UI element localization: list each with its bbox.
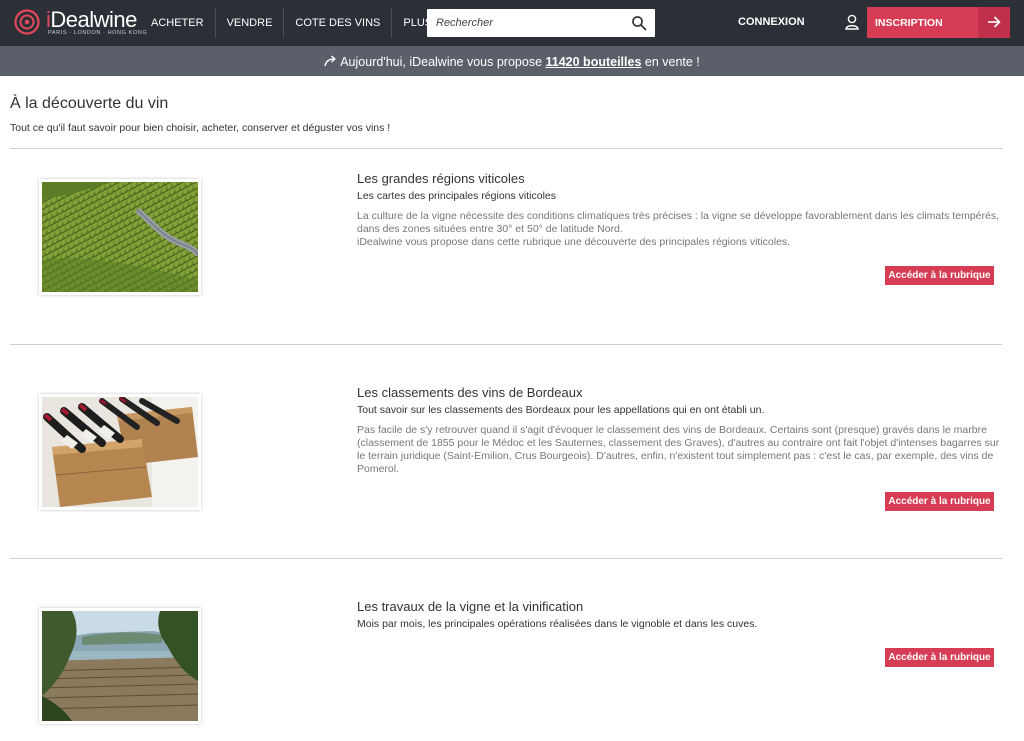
section-title: Les grandes régions viticoles	[357, 171, 525, 186]
share-arrow-icon	[324, 55, 337, 67]
acceder-rubrique-button[interactable]: Accéder à la rubrique	[885, 492, 994, 511]
search-icon[interactable]	[631, 15, 647, 31]
nav-vendre[interactable]: VENDRE	[216, 8, 285, 38]
inscription-label: INSCRIPTION	[875, 17, 943, 29]
bottle-count-link[interactable]: 11420 bouteilles	[546, 55, 642, 69]
vineyard-hills-image[interactable]	[39, 179, 201, 295]
vineyard-landscape-image[interactable]	[39, 608, 201, 724]
acceder-rubrique-button[interactable]: Accéder à la rubrique	[885, 648, 994, 667]
divider	[10, 148, 1002, 149]
search-box	[427, 9, 655, 37]
section-paragraph: La culture de la vigne nécessite des con…	[357, 210, 1000, 235]
section-paragraph: Pas facile de s'y retrouver quand il s'a…	[357, 424, 1000, 475]
section-subtitle: Les cartes des principales régions vitic…	[357, 190, 557, 202]
section-paragraph: iDealwine vous propose dans cette rubriq…	[357, 236, 791, 248]
top-navigation-bar: iDealwine PARIS · LONDON · HONG KONG ACH…	[0, 0, 1024, 46]
idealwine-logo[interactable]: iDealwine PARIS · LONDON · HONG KONG	[14, 7, 147, 40]
main-nav: ACHETER VENDRE COTE DES VINS PLUS...	[140, 8, 454, 38]
page-title: À la découverte du vin	[10, 95, 169, 112]
section-title: Les classements des vins de Bordeaux	[357, 385, 583, 400]
user-icon[interactable]	[845, 14, 859, 30]
section-title: Les travaux de la vigne et la vinificati…	[357, 599, 584, 614]
divider	[10, 558, 1002, 559]
acceder-rubrique-button[interactable]: Accéder à la rubrique	[885, 266, 994, 285]
stock-banner: Aujourd'hui, iDealwine vous propose 1142…	[0, 46, 1024, 76]
banner-prefix: Aujourd'hui, iDealwine vous propose	[340, 55, 546, 69]
wine-crates-image[interactable]	[39, 394, 201, 510]
divider	[10, 344, 1002, 345]
search-input[interactable]	[427, 9, 627, 37]
logo-tagline: PARIS · LONDON · HONG KONG	[48, 30, 148, 36]
section-body: Pas facile de s'y retrouver quand il s'a…	[357, 424, 1002, 476]
page-subtitle: Tout ce qu'il faut savoir pour bien choi…	[10, 122, 391, 134]
banner-suffix: en vente !	[641, 55, 700, 69]
section-subtitle: Tout savoir sur les classements des Bord…	[357, 404, 765, 416]
inscription-button[interactable]: INSCRIPTION	[867, 7, 1010, 38]
nav-cote-des-vins[interactable]: COTE DES VINS	[284, 8, 393, 38]
arrow-right-icon	[988, 16, 1001, 28]
logo-mark-icon	[14, 9, 40, 35]
inscription-arrow-box	[978, 7, 1010, 38]
nav-acheter[interactable]: ACHETER	[140, 8, 216, 38]
section-subtitle: Mois par mois, les principales opération…	[357, 618, 758, 630]
connexion-link[interactable]: CONNEXION	[738, 16, 805, 28]
section-body: La culture de la vigne nécessite des con…	[357, 210, 1002, 249]
